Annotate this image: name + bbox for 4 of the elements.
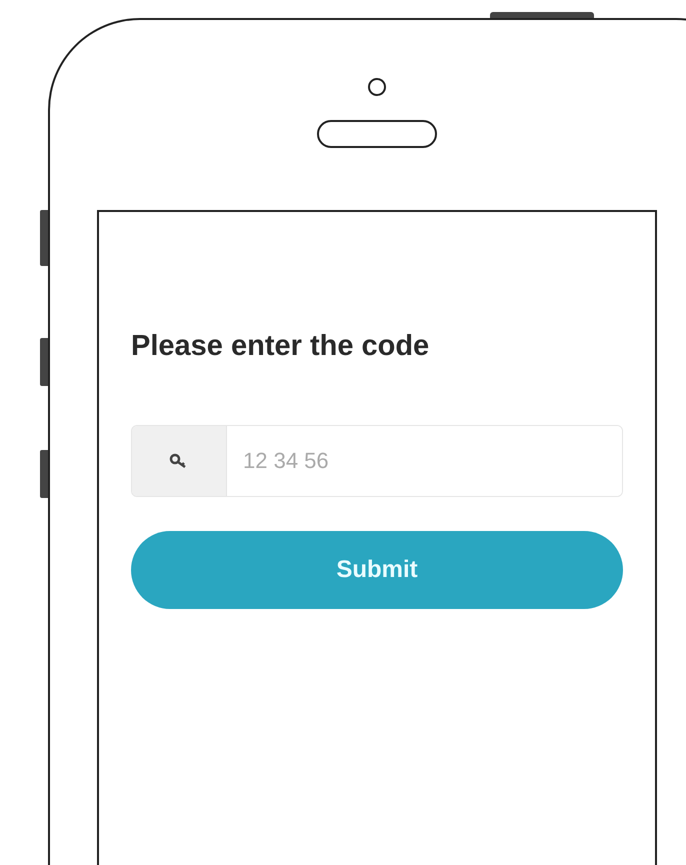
code-field[interactable]: 12 34 56: [131, 425, 623, 497]
submit-button[interactable]: Submit: [131, 531, 623, 609]
heading: Please enter the code: [131, 330, 430, 363]
camera-dot: [368, 78, 386, 96]
